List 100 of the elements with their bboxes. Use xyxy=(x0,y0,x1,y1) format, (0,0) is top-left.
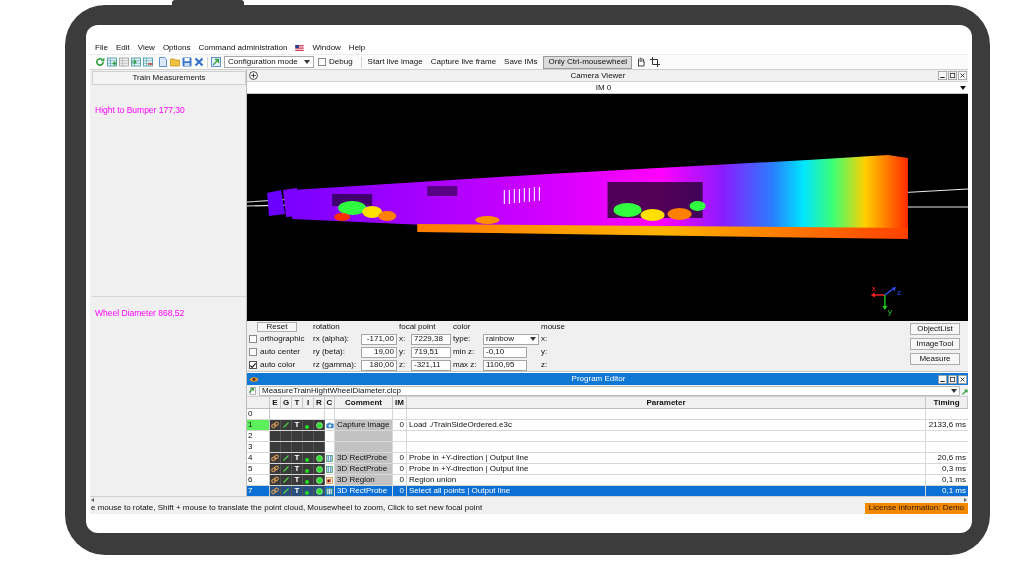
field-label: ry (beta): xyxy=(313,348,346,356)
column-header[interactable]: Timing xyxy=(926,397,968,408)
new-document-icon[interactable] xyxy=(158,57,168,67)
checkbox-label: auto center xyxy=(260,348,301,356)
table-row[interactable]: 2 xyxy=(247,431,968,442)
minimize-icon[interactable] xyxy=(938,71,947,80)
scroll-left-icon[interactable] xyxy=(91,497,94,502)
menu-item[interactable]: Command administration xyxy=(198,44,288,52)
measurement-text: Wheel Diameter 868,52 xyxy=(95,308,185,318)
export-icon[interactable] xyxy=(211,57,221,67)
column-header[interactable]: C xyxy=(325,397,335,408)
column-header[interactable]: T xyxy=(292,397,303,408)
hand-icon[interactable] xyxy=(636,57,647,67)
input-field[interactable]: -321,11 xyxy=(411,359,451,371)
status-dot-icon xyxy=(305,480,309,484)
probe-icon xyxy=(326,487,333,495)
table-row[interactable]: 1 T Capture image 0 Load ./TrainSideOrdered.e3c 2133,6 ms xyxy=(247,420,968,431)
checkbox[interactable] xyxy=(318,58,326,66)
step-flag-cell xyxy=(292,442,303,452)
table-add-icon[interactable] xyxy=(107,57,117,67)
reset-button[interactable]: Reset xyxy=(257,322,297,332)
table-row[interactable]: 0 xyxy=(247,409,968,420)
field-label: x: xyxy=(399,335,407,343)
table-row[interactable]: 3 xyxy=(247,442,968,453)
input-field[interactable]: 7229,38 xyxy=(411,333,451,345)
input-field[interactable]: -171,00 xyxy=(361,333,397,345)
x-axis-arrow xyxy=(870,292,886,298)
table-insert-icon[interactable] xyxy=(131,57,141,67)
run-arrow-icon[interactable] xyxy=(962,386,968,395)
column-header[interactable]: Parameter xyxy=(407,397,926,408)
color-type-select[interactable]: rainbow xyxy=(483,333,539,345)
column-header[interactable]: I xyxy=(303,397,314,408)
checkbox[interactable] xyxy=(249,361,257,369)
table-remove-icon[interactable] xyxy=(143,57,153,67)
menu-item[interactable]: Window xyxy=(312,44,341,52)
maximize-icon[interactable] xyxy=(948,71,957,80)
save-icon[interactable] xyxy=(182,57,192,67)
plus-circle-icon[interactable] xyxy=(249,71,258,80)
column-header[interactable]: IM xyxy=(393,397,407,408)
file-dropdown[interactable]: MeasureTrainHightWheelDiameter.clcp xyxy=(259,385,960,396)
table-cell-text: 2133,6 ms xyxy=(927,420,967,430)
step-flag-cell xyxy=(303,442,314,452)
checkbox[interactable] xyxy=(249,335,257,343)
checkbox[interactable] xyxy=(249,348,257,356)
step-flag-cell xyxy=(270,431,281,441)
close-icon[interactable] xyxy=(958,374,967,384)
menu-item[interactable]: View xyxy=(137,44,155,52)
scroll-right-icon[interactable] xyxy=(964,497,967,502)
tool-button[interactable]: Measure xyxy=(910,353,960,365)
menu-item[interactable]: Help xyxy=(348,44,366,52)
field-label: z: xyxy=(541,361,549,369)
menu-item[interactable]: File xyxy=(95,44,108,52)
column-header[interactable]: E xyxy=(270,397,281,408)
checkbox-label: auto color xyxy=(260,361,296,369)
input-field[interactable]: 19,00 xyxy=(361,346,397,358)
menu-item[interactable]: Options xyxy=(162,44,191,52)
checkbox-label: Debug xyxy=(329,58,353,66)
caret-down-icon xyxy=(304,60,310,64)
field-label: min z: xyxy=(453,348,476,356)
horizontal-scrollbar[interactable] xyxy=(90,496,968,502)
toggle-button[interactable]: Only Ctrl-mousewheel xyxy=(543,55,633,69)
column-heading: mouse xyxy=(541,323,566,331)
table-cell-text: 0,1 ms xyxy=(941,475,967,485)
table-row[interactable]: 4 T 3D RectProbe 0 Probe in +Y-direction | Output line 20,6 ms xyxy=(247,453,968,464)
table-row[interactable]: 6 T 3D Region 0 Region union 0,1 ms xyxy=(247,475,968,486)
checkbox-label: orthographic xyxy=(260,335,305,343)
field-label: type: xyxy=(453,335,472,343)
delete-icon[interactable] xyxy=(194,57,204,67)
input-field[interactable]: -0,10 xyxy=(483,346,527,358)
license-badge: License information: Demo xyxy=(864,502,968,514)
menu-item[interactable]: Edit xyxy=(115,44,130,52)
column-header[interactable]: G xyxy=(281,397,292,408)
column-header[interactable]: R xyxy=(314,397,325,408)
column-header[interactable]: Comment xyxy=(335,397,393,408)
maximize-icon[interactable] xyxy=(948,374,957,384)
panel-title: Program Editor xyxy=(570,375,627,383)
toolbar-button[interactable]: Capture live frame xyxy=(430,58,497,66)
input-field[interactable]: 719,51 xyxy=(411,346,451,358)
toolbar-button[interactable]: Start live image xyxy=(367,58,423,66)
field-label: y: xyxy=(541,348,549,356)
table-row[interactable]: 5 T 3D RectProbe 0 Probe in +Y-direction | Output line 0,3 ms xyxy=(247,464,968,475)
crop-icon[interactable] xyxy=(650,57,661,67)
step-flag-cell: T xyxy=(292,420,303,430)
flag-icon[interactable] xyxy=(295,45,305,51)
minimize-icon[interactable] xyxy=(938,374,947,384)
input-field[interactable]: 180,00 xyxy=(361,359,397,371)
table-cell: Load ./TrainSideOrdered.e3c xyxy=(407,420,926,430)
status-dot-icon xyxy=(305,458,309,462)
tool-button[interactable]: ImageTool xyxy=(910,338,960,350)
mode-dropdown[interactable]: Configuration mode xyxy=(224,56,314,68)
tool-button[interactable]: ObjectList xyxy=(910,323,960,335)
input-field[interactable]: 1100,95 xyxy=(483,359,527,371)
row-number: 0 xyxy=(247,409,270,419)
field-label: max z: xyxy=(453,361,478,369)
checkmark-icon xyxy=(250,362,256,368)
folder-icon[interactable] xyxy=(170,57,180,67)
image-selector[interactable]: IM 0 xyxy=(247,82,968,94)
toolbar-button[interactable]: Save IMs xyxy=(504,58,538,66)
close-icon[interactable] xyxy=(958,71,967,80)
refresh-icon[interactable] xyxy=(95,57,105,67)
